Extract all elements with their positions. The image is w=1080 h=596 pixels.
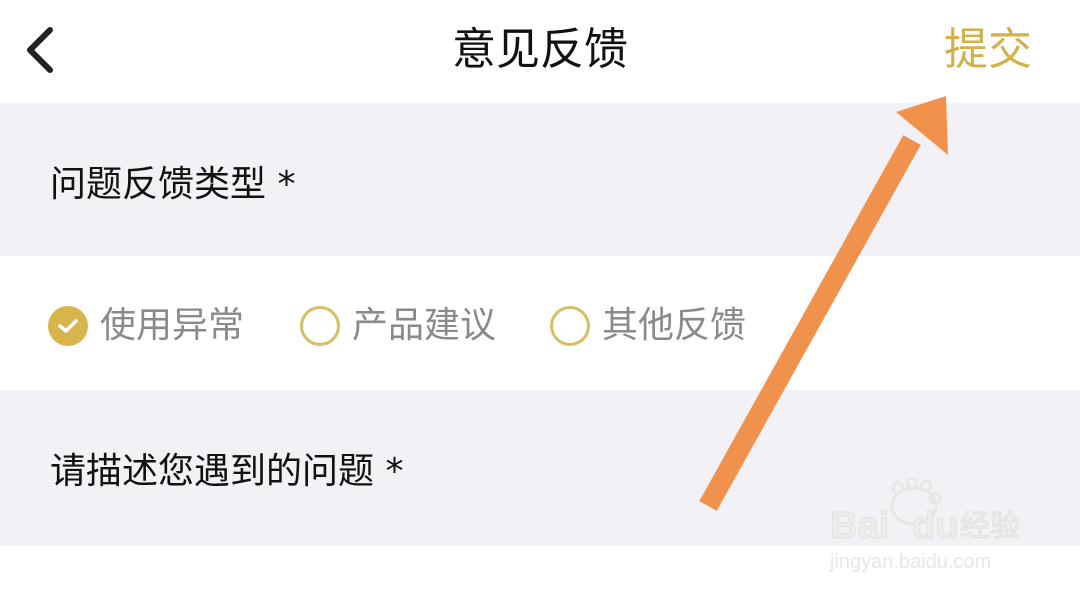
submit-button[interactable]: 提交 xyxy=(944,18,1032,82)
feedback-type-label: 问题反馈类型 * xyxy=(50,164,296,205)
checkmark-icon xyxy=(58,319,78,333)
radio-unchecked-icon xyxy=(550,306,590,346)
page-title: 意见反馈 xyxy=(452,24,628,75)
radio-checked-icon xyxy=(48,306,88,346)
option-product-suggestion[interactable]: 产品建议 xyxy=(300,300,496,352)
nav-header: 意见反馈 提交 xyxy=(0,0,1080,103)
option-label: 使用异常 xyxy=(100,305,245,346)
option-label: 产品建议 xyxy=(352,305,497,346)
radio-unchecked-icon xyxy=(300,306,340,346)
option-other-feedback[interactable]: 其他反馈 xyxy=(550,300,746,352)
option-label: 其他反馈 xyxy=(602,305,747,346)
feedback-type-options: 使用异常 产品建议 其他反馈 xyxy=(0,256,1080,390)
option-usage-exception[interactable]: 使用异常 xyxy=(48,300,244,352)
description-input-area[interactable] xyxy=(0,546,1080,596)
feedback-type-section: 问题反馈类型 * xyxy=(0,103,1080,256)
description-label: 请描述您遇到的问题 * xyxy=(50,451,404,492)
description-section: 请描述您遇到的问题 * xyxy=(0,390,1080,546)
feedback-page: 意见反馈 提交 问题反馈类型 * 使用异常 产品建议 其他反馈 请描述您遇到的问… xyxy=(0,0,1080,596)
